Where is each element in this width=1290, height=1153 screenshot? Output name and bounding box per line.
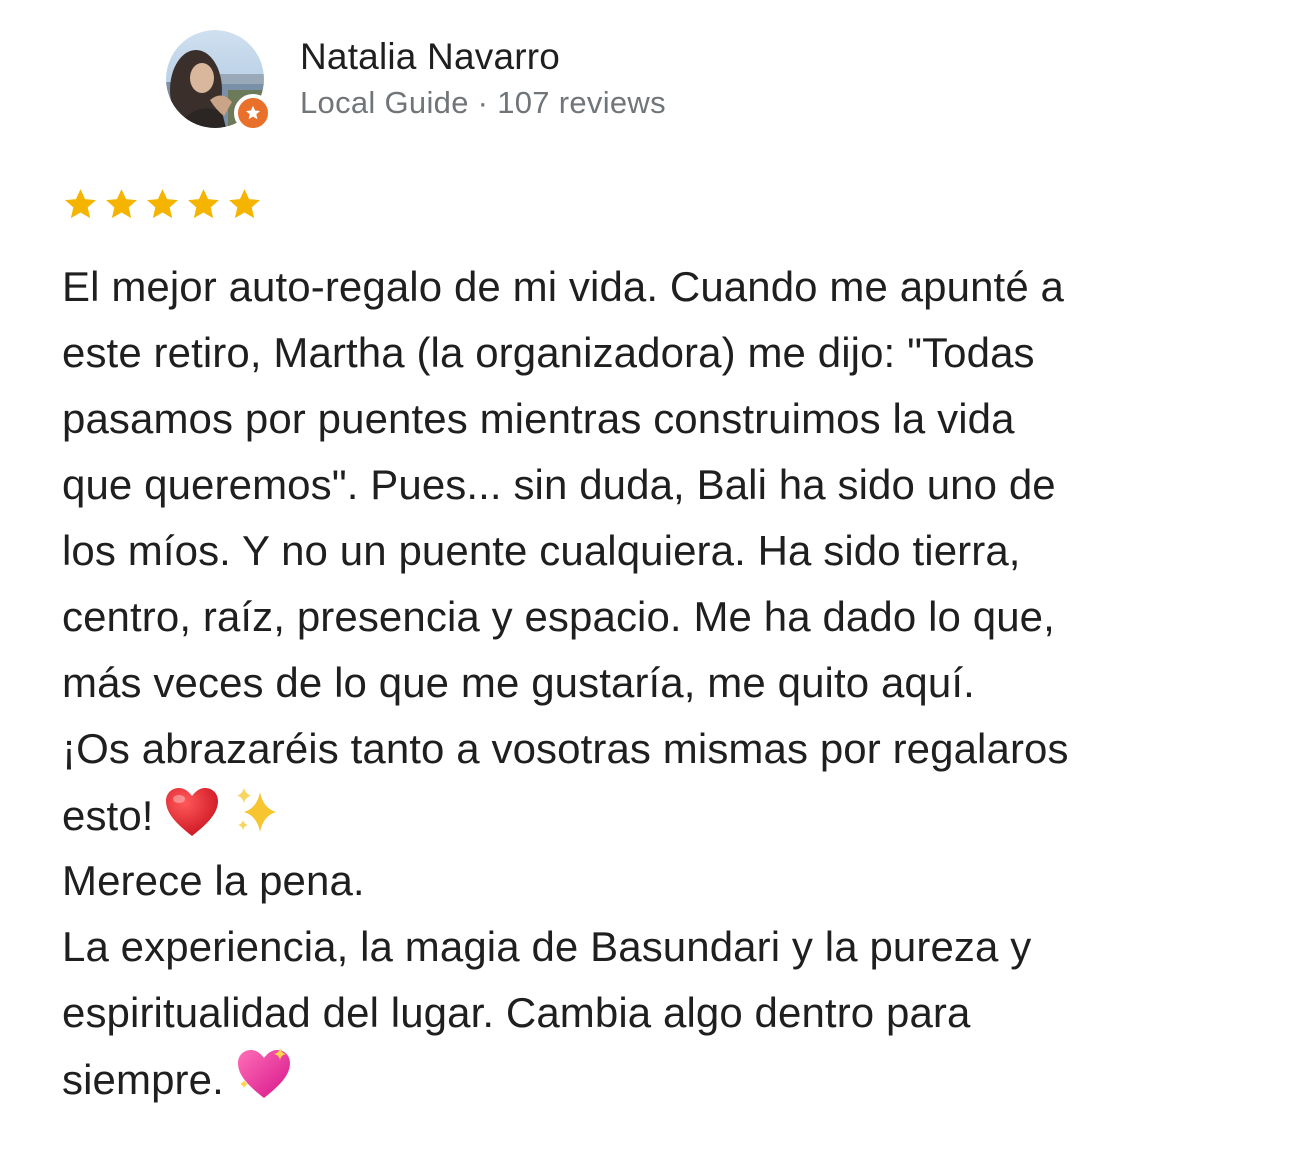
- review-line-text: ¡Os abrazaréis tanto a vosotras mismas p…: [62, 725, 1069, 772]
- review-line: que queremos". Pues... sin duda, Bali ha…: [62, 452, 1242, 518]
- review-line: pasamos por puentes mientras construimos…: [62, 386, 1242, 452]
- review-line: los míos. Y no un puente cualquiera. Ha …: [62, 518, 1242, 584]
- review-line-text: pasamos por puentes mientras construimos…: [62, 395, 1015, 442]
- star-icon: [229, 189, 260, 219]
- review-line-text: Merece la pena.: [62, 857, 365, 904]
- star-icon: [106, 189, 137, 219]
- review-line-text: más veces de lo que me gustaría, me quit…: [62, 659, 975, 706]
- review-line: ¡Os abrazaréis tanto a vosotras mismas p…: [62, 716, 1242, 782]
- review-line-text: este retiro, Martha (la organizadora) me…: [62, 329, 1035, 376]
- star-icon: [188, 189, 219, 219]
- review-line: siempre.: [62, 1046, 1242, 1112]
- review-line-text: espiritualidad del lugar. Cambia algo de…: [62, 989, 971, 1036]
- reviewer-info: Natalia Navarro Local Guide · 107 review…: [300, 34, 666, 124]
- review-card: Natalia Navarro Local Guide · 107 review…: [0, 0, 1290, 1153]
- sparkling-heart-icon: [234, 1046, 294, 1121]
- star-icon: [65, 189, 96, 219]
- review-line: esto!: [62, 782, 1242, 848]
- reviewer-header: Natalia Navarro Local Guide · 107 review…: [166, 30, 666, 132]
- review-line: más veces de lo que me gustaría, me quit…: [62, 650, 1242, 716]
- reviewer-name[interactable]: Natalia Navarro: [300, 34, 666, 80]
- review-text: El mejor auto-regalo de mi vida. Cuando …: [62, 254, 1242, 1112]
- star-icon: [245, 105, 261, 120]
- avatar-wrap[interactable]: [166, 30, 272, 132]
- review-line: este retiro, Martha (la organizadora) me…: [62, 320, 1242, 386]
- review-line-text: siempre.: [62, 1056, 224, 1103]
- review-line: El mejor auto-regalo de mi vida. Cuando …: [62, 254, 1242, 320]
- review-line-text: esto!: [62, 792, 154, 839]
- local-guide-badge-icon: [234, 94, 272, 132]
- review-line-text: centro, raíz, presencia y espacio. Me ha…: [62, 593, 1055, 640]
- reviewer-meta: Local Guide · 107 reviews: [300, 85, 666, 120]
- review-line: Merece la pena.: [62, 848, 1242, 914]
- sparkles-icon: [230, 782, 286, 857]
- review-line: espiritualidad del lugar. Cambia algo de…: [62, 980, 1242, 1046]
- red-heart-icon: [164, 786, 220, 857]
- review-line-text: que queremos". Pues... sin duda, Bali ha…: [62, 461, 1056, 508]
- review-line: centro, raíz, presencia y espacio. Me ha…: [62, 584, 1242, 650]
- star-icon: [147, 189, 178, 219]
- review-line-text: La experiencia, la magia de Basundari y …: [62, 923, 1032, 970]
- star-rating: [62, 186, 263, 223]
- review-line-text: los míos. Y no un puente cualquiera. Ha …: [62, 527, 1021, 574]
- review-line-text: El mejor auto-regalo de mi vida. Cuando …: [62, 263, 1065, 310]
- review-line: La experiencia, la magia de Basundari y …: [62, 914, 1242, 980]
